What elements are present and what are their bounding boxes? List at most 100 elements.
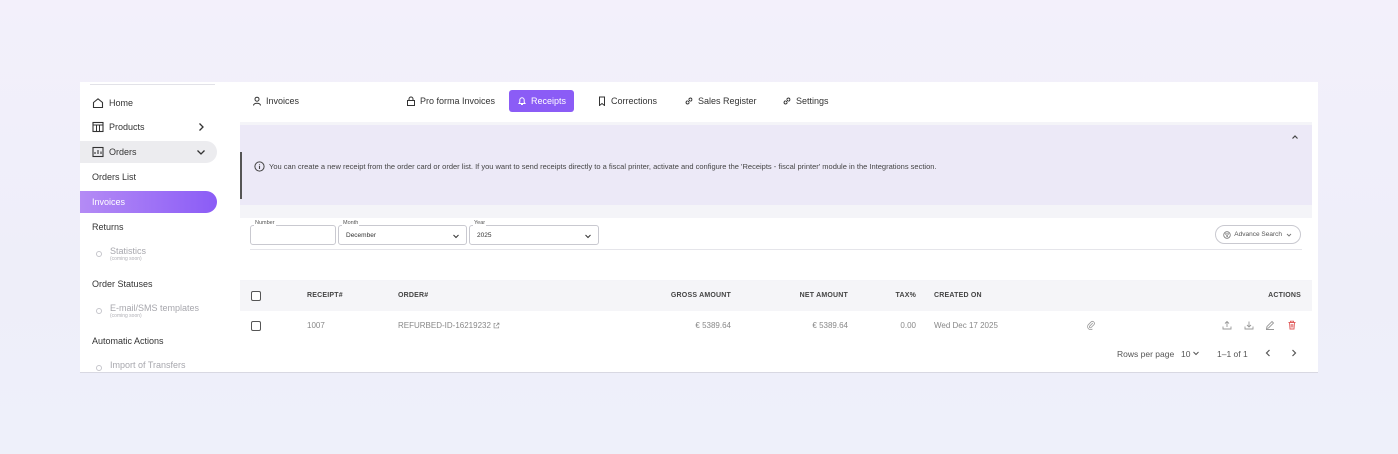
sidebar-item-orders-list[interactable]: Orders List: [92, 172, 136, 182]
number-field[interactable]: Number: [250, 220, 336, 245]
sidebar-item-returns[interactable]: Returns: [92, 222, 124, 232]
tab-label: Sales Register: [698, 96, 757, 106]
bullet-icon: [96, 308, 102, 314]
link-icon: [685, 97, 693, 105]
user-icon: [253, 96, 261, 106]
sidebar-item-orders[interactable]: Orders: [80, 141, 217, 163]
sidebar-item-import-transfers: Import of Transfers: [96, 360, 186, 371]
sidebar-item-label: Products: [109, 122, 145, 132]
chevron-down-icon: [585, 234, 591, 239]
order-number: REFURBED-ID-16219232: [398, 321, 491, 330]
external-link-icon: [493, 322, 500, 329]
info-accent-bar: [240, 152, 242, 199]
tab-label: Corrections: [611, 96, 658, 106]
tab-invoices[interactable]: Invoices: [244, 90, 307, 112]
table-row: 1007 REFURBED-ID-16219232 € 5389.64 € 53…: [240, 311, 1312, 340]
main-content: Invoices Pro forma Invoices Receipts Cor…: [217, 82, 1318, 372]
order-link[interactable]: REFURBED-ID-16219232: [398, 321, 500, 330]
tab-label: Settings: [796, 96, 829, 106]
info-banner: You can create a new receipt from the or…: [240, 125, 1312, 205]
tax-percent: 0.00: [900, 321, 916, 330]
sidebar-item-label: Orders: [109, 147, 137, 157]
info-text: You can create a new receipt from the or…: [269, 162, 937, 171]
coming-soon-label: (coming soon): [110, 313, 142, 319]
filter-divider: [250, 249, 1302, 250]
sidebar: Home Products Orders Orders List Invoice…: [80, 82, 217, 372]
bullet-icon: [96, 251, 102, 257]
sidebar-item-statistics: Statistics (coming soon): [96, 246, 146, 263]
created-on: Wed Dec 17 2025: [934, 321, 998, 330]
link-icon: [783, 97, 791, 105]
tab-sales-register[interactable]: Sales Register: [676, 90, 765, 112]
column-header-order[interactable]: ORDER#: [398, 292, 428, 299]
column-header-tax[interactable]: TAX%: [895, 292, 916, 299]
gross-amount: € 5389.64: [695, 321, 731, 330]
sidebar-item-label: Import of Transfers: [110, 360, 186, 370]
filter-bar: Number Month December Year 2025 Advance …: [240, 218, 1312, 280]
rows-per-page-select[interactable]: 10: [1181, 349, 1190, 359]
tab-label: Invoices: [266, 96, 300, 106]
sidebar-divider: [90, 84, 215, 85]
bell-icon: [518, 97, 526, 105]
sidebar-item-order-statuses[interactable]: Order Statuses: [92, 279, 153, 289]
chevron-left-icon[interactable]: [1263, 348, 1273, 358]
advance-search-button[interactable]: Advance Search: [1215, 225, 1301, 244]
tab-settings[interactable]: Settings: [774, 90, 837, 112]
sidebar-item-email-templates: E-mail/SMS templates (coming soon): [96, 303, 199, 320]
table-header: RECEIPT# ORDER# GROSS AMOUNT NET AMOUNT …: [240, 281, 1312, 311]
year-select[interactable]: Year 2025: [469, 220, 599, 245]
column-header-receipt[interactable]: RECEIPT#: [307, 292, 343, 299]
year-label: Year: [473, 220, 487, 226]
column-header-gross[interactable]: GROSS AMOUNT: [671, 292, 731, 299]
chevron-down-icon: [1286, 233, 1292, 237]
tab-pro-forma[interactable]: Pro forma Invoices: [398, 90, 503, 112]
bookmark-icon: [599, 96, 605, 106]
info-icon: [254, 161, 265, 172]
number-label: Number: [254, 220, 276, 226]
paperclip-icon[interactable]: [1086, 320, 1096, 330]
month-label: Month: [342, 220, 360, 226]
sidebar-item-home[interactable]: Home: [80, 92, 217, 114]
tab-receipts[interactable]: Receipts: [509, 90, 575, 112]
pagination: Rows per page 10 1–1 of 1: [240, 340, 1312, 372]
delete-icon[interactable]: [1287, 320, 1297, 330]
edit-icon[interactable]: [1265, 320, 1275, 330]
orders-icon: [92, 146, 104, 158]
sidebar-item-invoices[interactable]: Invoices: [80, 191, 217, 213]
bullet-icon: [96, 365, 102, 371]
chevron-down-icon: [197, 150, 205, 155]
chevron-down-icon: [453, 234, 459, 239]
chevron-up-icon[interactable]: [1290, 132, 1300, 142]
month-value: December: [346, 232, 376, 239]
month-select[interactable]: Month December: [338, 220, 467, 245]
tab-label: Pro forma Invoices: [420, 96, 496, 106]
chevron-right-icon: [199, 123, 204, 131]
download-icon[interactable]: [1244, 320, 1254, 330]
tab-corrections[interactable]: Corrections: [589, 90, 665, 112]
filter-icon: [1223, 230, 1231, 239]
column-header-created[interactable]: CREATED ON: [934, 292, 982, 299]
row-checkbox[interactable]: [251, 321, 261, 331]
products-icon: [92, 121, 104, 133]
column-header-actions: ACTIONS: [1268, 292, 1301, 299]
sidebar-item-label: Statistics: [110, 246, 147, 256]
select-all-checkbox[interactable]: [251, 291, 261, 301]
sidebar-item-label: Home: [109, 98, 134, 108]
page-range: 1–1 of 1: [1217, 349, 1248, 359]
app-window: Home Products Orders Orders List Invoice…: [80, 82, 1318, 373]
column-header-net[interactable]: NET AMOUNT: [800, 292, 848, 299]
net-amount: € 5389.64: [812, 321, 848, 330]
lock-icon: [407, 96, 415, 106]
upload-icon[interactable]: [1222, 320, 1232, 330]
tab-label: Receipts: [531, 96, 567, 106]
chevron-down-icon[interactable]: [1192, 349, 1200, 357]
coming-soon-label: (coming soon): [110, 256, 142, 262]
sidebar-item-label: E-mail/SMS templates: [110, 303, 200, 313]
sidebar-item-products[interactable]: Products: [80, 116, 217, 138]
home-icon: [92, 97, 104, 109]
advance-search-label: Advance Search: [1234, 231, 1282, 238]
rows-per-page-label: Rows per page: [1117, 349, 1175, 359]
year-value: 2025: [477, 232, 492, 239]
sidebar-item-automatic-actions[interactable]: Automatic Actions: [92, 336, 164, 346]
chevron-right-icon[interactable]: [1289, 348, 1299, 358]
